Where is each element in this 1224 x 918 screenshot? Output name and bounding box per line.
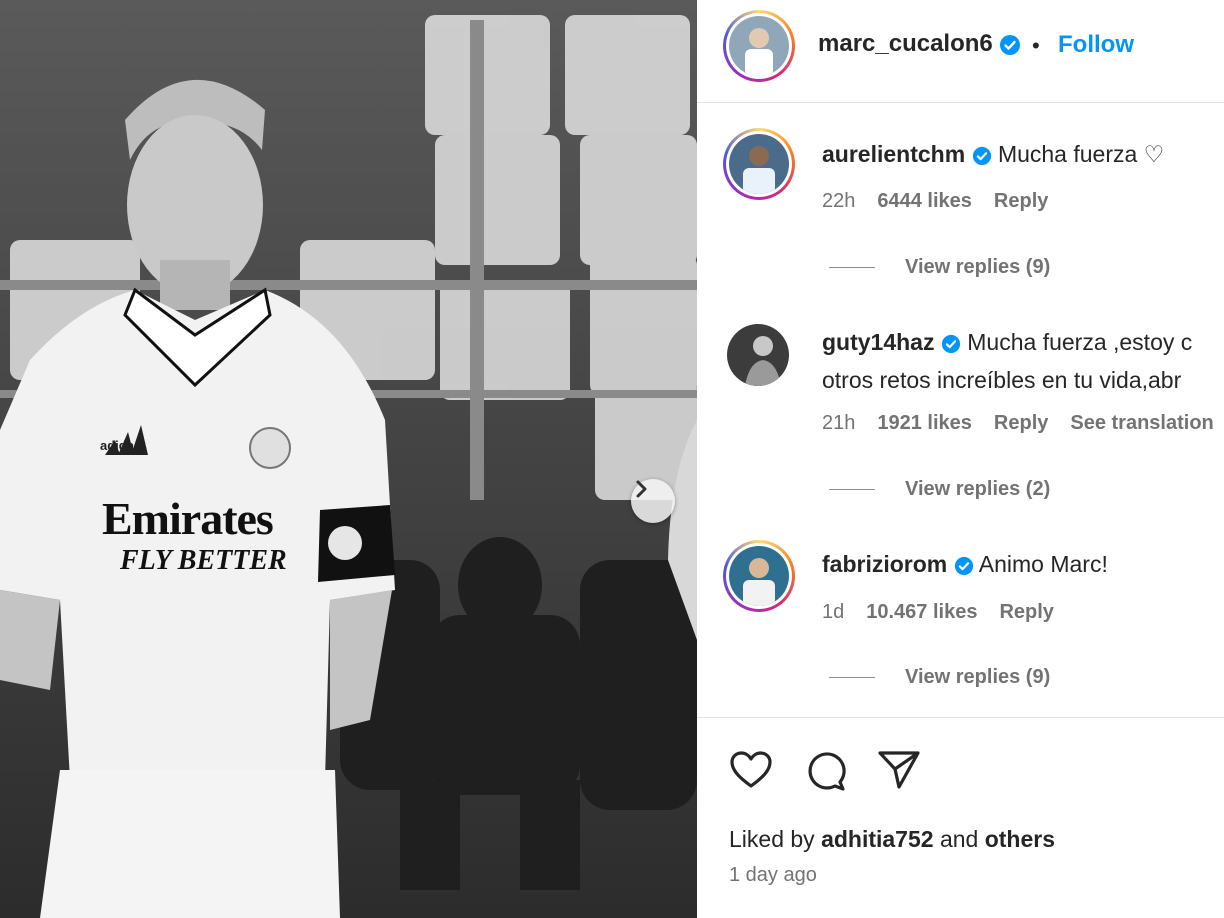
comment-likes[interactable]: 6444 likes xyxy=(877,190,972,212)
post-actions-bar: Liked by adhitia752 and others 1 day ago xyxy=(697,717,1224,918)
comment-username[interactable]: guty14haz xyxy=(822,329,934,355)
author-avatar-image xyxy=(729,16,789,76)
verified-badge-icon xyxy=(1000,34,1021,55)
comment-body: fabriziorom Animo Marc! xyxy=(822,545,1108,583)
comment-text: Animo Marc! xyxy=(978,551,1108,577)
comment-body: aurelientchm Mucha fuerza ♡ xyxy=(822,135,1164,173)
liked-by-user[interactable]: adhitia752 xyxy=(821,826,934,852)
jersey-sponsor: Emirates xyxy=(102,493,274,544)
author-avatar[interactable] xyxy=(723,10,795,82)
replies-line xyxy=(829,677,875,679)
comment-icon[interactable] xyxy=(803,749,847,793)
verified-badge-icon xyxy=(972,146,991,166)
comment-time: 22h xyxy=(822,190,856,212)
view-replies-label: View replies (9) xyxy=(905,666,1051,688)
comment-text: Mucha fuerza ,estoy c xyxy=(967,329,1193,355)
heart-icon[interactable] xyxy=(729,750,773,790)
comment-avatar-image xyxy=(729,134,789,194)
view-replies-label: View replies (2) xyxy=(905,478,1051,500)
liked-by-others[interactable]: others xyxy=(985,826,1055,852)
comment-avatar[interactable] xyxy=(727,324,789,386)
comment-username[interactable]: aurelientchm xyxy=(822,141,965,167)
comment-body: guty14haz Mucha fuerza ,estoy c xyxy=(822,323,1192,361)
comment-meta: 22h 6444 likes Reply xyxy=(822,190,1070,213)
verified-badge-icon xyxy=(954,556,973,576)
follow-button[interactable]: Follow xyxy=(1058,31,1134,59)
post-photo-illustration xyxy=(0,0,697,918)
post-photo: adidas Emirates FLY BETTER xyxy=(0,0,697,918)
comment-time: 1d xyxy=(822,601,845,623)
replies-line xyxy=(829,267,875,269)
view-replies-button[interactable]: View replies (9) xyxy=(829,256,1050,279)
post-header: marc_cucalon6 • Follow xyxy=(697,0,1224,103)
view-replies-button[interactable]: View replies (9) xyxy=(829,666,1050,689)
view-replies-button[interactable]: View replies (2) xyxy=(829,478,1050,501)
liked-by-prefix: Liked by xyxy=(729,826,815,852)
post-time: 1 day ago xyxy=(729,864,817,886)
reply-button[interactable]: Reply xyxy=(994,190,1048,212)
jersey-brand: adidas xyxy=(100,438,142,453)
comment-text: Mucha fuerza ♡ xyxy=(997,141,1165,167)
comment-likes[interactable]: 1921 likes xyxy=(877,412,972,434)
next-photo-button[interactable] xyxy=(631,479,675,523)
reply-button[interactable]: Reply xyxy=(999,601,1053,623)
separator-dot: • xyxy=(1032,33,1040,58)
comment-avatar-image xyxy=(727,324,789,386)
liked-by-and: and xyxy=(939,826,979,852)
verified-badge-icon xyxy=(941,334,960,354)
comment-meta: 1d 10.467 likes Reply xyxy=(822,601,1076,624)
author-username[interactable]: marc_cucalon6 xyxy=(818,30,993,57)
comment-time: 21h xyxy=(822,412,856,434)
comment-avatar-image xyxy=(729,546,789,606)
post-detail-panel: marc_cucalon6 • Follow aurelientchm Much… xyxy=(697,0,1224,918)
comment-text-line2: otros retos increíbles en tu vida,abr xyxy=(822,367,1182,393)
reply-button[interactable]: Reply xyxy=(994,412,1048,434)
see-translation-button[interactable]: See translation xyxy=(1070,412,1213,434)
replies-line xyxy=(829,489,875,491)
liked-by-summary: Liked by adhitia752 and others xyxy=(729,826,1055,853)
chevron-right-icon xyxy=(636,480,647,498)
comment-avatar[interactable] xyxy=(723,540,795,612)
comment-likes[interactable]: 10.467 likes xyxy=(866,601,977,623)
paper-plane-icon[interactable] xyxy=(877,749,921,791)
comment-username[interactable]: fabriziorom xyxy=(822,551,947,577)
comment-meta: 21h 1921 likes Reply See translation xyxy=(822,412,1224,435)
jersey-slogan: FLY BETTER xyxy=(120,545,287,576)
view-replies-label: View replies (9) xyxy=(905,256,1051,278)
comment-avatar[interactable] xyxy=(723,128,795,200)
